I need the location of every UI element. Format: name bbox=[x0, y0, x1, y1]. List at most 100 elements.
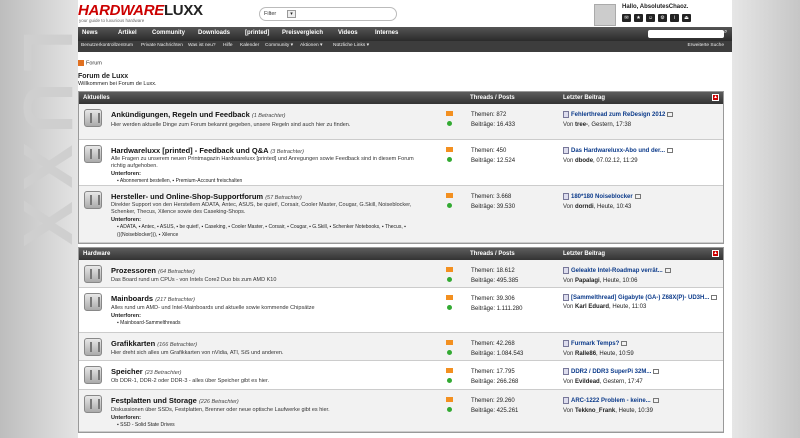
forum-title-text[interactable]: Festplatten und Storage bbox=[111, 396, 197, 405]
thread-count: Themen: 17.795 bbox=[471, 369, 515, 375]
last-post-title[interactable]: Das Hardwareluxx-Abo und der... bbox=[571, 148, 665, 154]
forum-title-text[interactable]: Prozessoren bbox=[111, 266, 156, 275]
nav-videos[interactable]: Videos bbox=[338, 30, 358, 36]
forum-title[interactable]: Grafikkarten (166 Betrachter) bbox=[111, 339, 197, 348]
last-post-by: Von bbox=[563, 204, 574, 210]
col-threads-header: Threads / Posts bbox=[470, 251, 515, 257]
subnav-pm[interactable]: Private Nachrichten bbox=[141, 43, 183, 48]
thread-count: Themen: 29.260 bbox=[471, 398, 515, 404]
rss-icon[interactable] bbox=[446, 368, 453, 373]
forum-row: Hersteller- und Online-Shop-Supportforum… bbox=[79, 186, 723, 243]
nav-news[interactable]: News bbox=[82, 30, 98, 36]
subnav-usercp[interactable]: Benutzerkontrollzentrum bbox=[81, 43, 133, 48]
last-post-user[interactable]: dbode bbox=[575, 158, 593, 164]
search-icon[interactable]: ⌕ bbox=[724, 29, 732, 39]
forum-title[interactable]: Mainboards (217 Betrachter) bbox=[111, 294, 195, 303]
last-post-user[interactable]: Ralle86 bbox=[575, 351, 596, 357]
last-post-user[interactable]: Evildead bbox=[575, 379, 600, 385]
category-title[interactable]: Hardware bbox=[83, 251, 110, 257]
rss-icon[interactable] bbox=[446, 193, 453, 198]
goto-post-icon[interactable] bbox=[664, 267, 671, 273]
forum-stats: Themen: 39.306 Beiträge: 1.111.280 bbox=[471, 294, 522, 314]
subforum-links[interactable]: ▪ Mainboard-Sammelthreads bbox=[117, 320, 417, 328]
settings-icon[interactable]: ⚙ bbox=[658, 14, 667, 22]
forum-viewers: (166 Betrachter) bbox=[157, 342, 198, 348]
subnav-aktionen[interactable]: Aktionen ▾ bbox=[300, 43, 322, 48]
friends-icon[interactable]: ☺ bbox=[646, 14, 655, 22]
nav-search-input[interactable] bbox=[648, 30, 724, 38]
forum-title[interactable]: Prozessoren (64 Betrachter) bbox=[111, 266, 195, 275]
thread-count: Themen: 872 bbox=[471, 112, 507, 118]
user-greeting[interactable]: Hallo, AbsolutesChaoz. bbox=[622, 4, 688, 10]
site-logo[interactable]: HARDWARELUXX bbox=[78, 3, 203, 19]
nav-downloads[interactable]: Downloads bbox=[198, 30, 230, 36]
last-post-user[interactable]: tree- bbox=[575, 122, 588, 128]
forum-title-text[interactable]: Grafikkarten bbox=[111, 339, 155, 348]
subnav-calendar[interactable]: Kalender bbox=[240, 43, 259, 48]
nav-community[interactable]: Community bbox=[152, 30, 185, 36]
last-post-user[interactable]: Tekkno_Frank bbox=[575, 408, 615, 414]
goto-post-icon[interactable] bbox=[652, 397, 659, 403]
goto-post-icon[interactable] bbox=[653, 368, 660, 374]
nav-internes[interactable]: Internes bbox=[375, 30, 398, 36]
nav-printed[interactable]: [printed] bbox=[245, 30, 269, 36]
forum-title-text[interactable]: Mainboards bbox=[111, 294, 153, 303]
subscriptions-icon[interactable]: ★ bbox=[634, 14, 643, 22]
subnav-community[interactable]: Community ▾ bbox=[265, 43, 293, 48]
online-dot-icon bbox=[447, 277, 452, 282]
forum-title-text[interactable]: Hersteller- und Online-Shop-Supportforum bbox=[111, 192, 263, 201]
filter-dropdown-icon[interactable]: ▾ bbox=[287, 10, 296, 18]
subnav-help[interactable]: Hilfe bbox=[223, 43, 233, 48]
subforum-links[interactable]: ▪ Abonnement bestellen, ▪ Premium-Accoun… bbox=[117, 178, 417, 186]
goto-post-icon[interactable] bbox=[634, 193, 641, 199]
logout-icon[interactable]: ⏏ bbox=[682, 14, 691, 22]
category-title[interactable]: Aktuelles bbox=[83, 95, 110, 101]
last-post-time: , 07.02.12, 11:29 bbox=[593, 158, 638, 164]
subforum-links[interactable]: ▪ SSD - Solid State Drives bbox=[117, 422, 417, 430]
subnav-links[interactable]: Nützliche Links ▾ bbox=[333, 43, 369, 48]
forum-title[interactable]: Speicher (23 Betrachter) bbox=[111, 367, 181, 376]
user-avatar[interactable] bbox=[594, 4, 616, 26]
forum-title-text[interactable]: Speicher bbox=[111, 367, 143, 376]
rss-icon[interactable] bbox=[446, 340, 453, 345]
goto-post-icon[interactable] bbox=[667, 111, 674, 117]
messages-icon[interactable]: ✉ bbox=[622, 14, 631, 22]
collapse-icon[interactable]: ▴ bbox=[712, 250, 719, 257]
advanced-search-link[interactable]: Erweiterte Suche bbox=[687, 43, 724, 48]
rss-icon[interactable] bbox=[446, 397, 453, 402]
forum-title[interactable]: Hardwareluxx [printed] - Feedback und Q&… bbox=[111, 146, 304, 155]
nav-preisvergleich[interactable]: Preisvergleich bbox=[282, 30, 323, 36]
subforum-links[interactable]: ▪ ADATA, ▪ Antec, ▪ ASUS, ▪ be quiet!, ▪… bbox=[117, 224, 417, 239]
info-icon[interactable]: i bbox=[670, 14, 679, 22]
col-threads-header: Threads / Posts bbox=[470, 95, 515, 101]
last-post-title[interactable]: ARC-1222 Problem - keine... bbox=[571, 398, 651, 404]
subnav-whatsnew[interactable]: Was ist neu? bbox=[188, 43, 216, 48]
last-post-title[interactable]: [Sammelthread] Gigabyte (GA-) Z68X(P)- U… bbox=[571, 295, 709, 301]
rss-icon[interactable] bbox=[446, 267, 453, 272]
rss-icon[interactable] bbox=[446, 295, 453, 300]
goto-post-icon[interactable] bbox=[621, 340, 628, 346]
breadcrumb-forum[interactable]: Forum bbox=[86, 60, 102, 66]
last-post-title[interactable]: 180*180 Noiseblocker bbox=[571, 194, 633, 200]
last-post-title[interactable]: Fehlerthread zum ReDesign 2012 bbox=[571, 112, 665, 118]
last-post-user[interactable]: Karl Eduard bbox=[575, 304, 609, 310]
last-post-title[interactable]: DDR2 / DDR3 SuperPi 32M... bbox=[571, 369, 651, 375]
forum-title[interactable]: Hersteller- und Online-Shop-Supportforum… bbox=[111, 192, 302, 201]
home-icon[interactable] bbox=[78, 60, 84, 66]
forum-title[interactable]: Festplatten und Storage (226 Betrachter) bbox=[111, 396, 239, 405]
thread-count: Themen: 18.612 bbox=[471, 268, 515, 274]
collapse-icon[interactable]: ▴ bbox=[712, 94, 719, 101]
nav-artikel[interactable]: Artikel bbox=[118, 30, 137, 36]
rss-icon[interactable] bbox=[446, 147, 453, 152]
last-post-title[interactable]: Furmark Temps? bbox=[571, 341, 619, 347]
rss-icon[interactable] bbox=[446, 111, 453, 116]
goto-post-icon[interactable] bbox=[711, 295, 718, 300]
forum-title[interactable]: Ankündigungen, Regeln und Feedback (1 Be… bbox=[111, 110, 285, 119]
forum-title-text[interactable]: Ankündigungen, Regeln und Feedback bbox=[111, 110, 250, 119]
goto-post-icon[interactable] bbox=[667, 147, 674, 153]
last-post-user[interactable]: dorndi bbox=[575, 204, 594, 210]
filter-search[interactable]: Filter ▾ bbox=[259, 7, 397, 21]
last-post-user[interactable]: Papalagi bbox=[575, 278, 600, 284]
last-post-title[interactable]: Geleakte Intel-Roadmap verrät... bbox=[571, 268, 663, 274]
forum-title-text[interactable]: Hardwareluxx [printed] - Feedback und Q&… bbox=[111, 146, 268, 155]
